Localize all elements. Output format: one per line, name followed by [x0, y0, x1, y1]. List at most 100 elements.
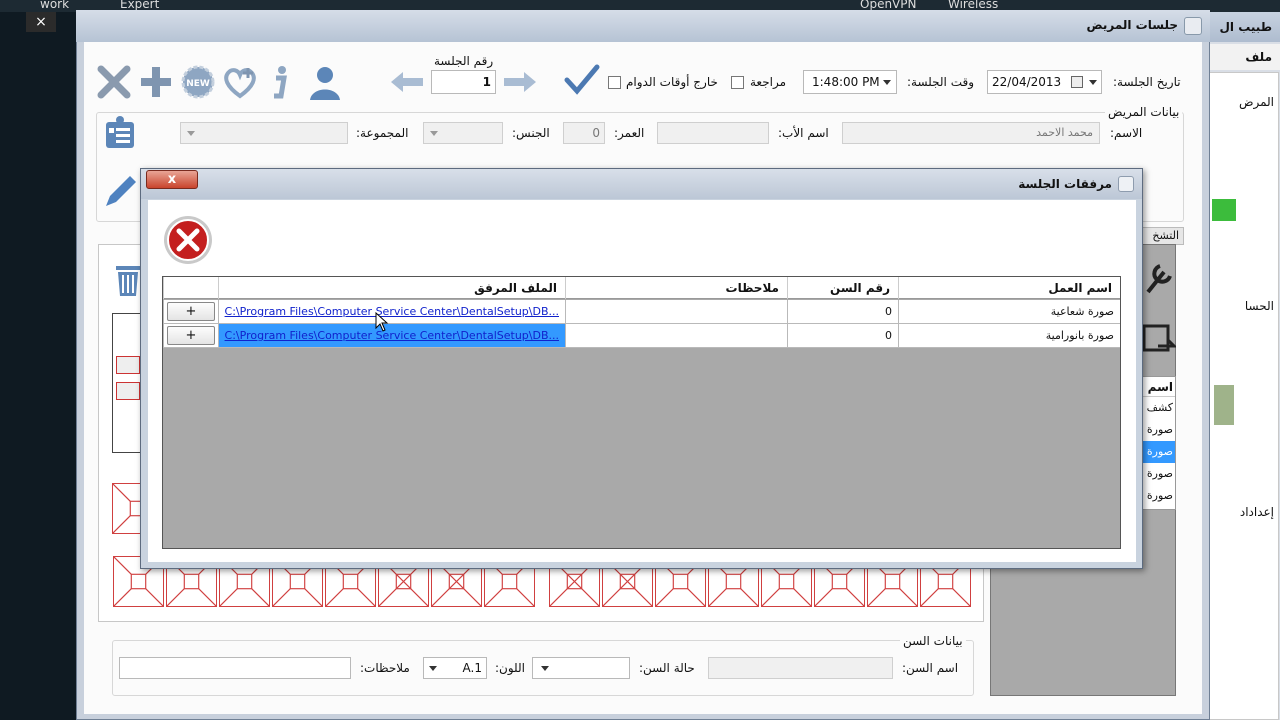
main-app-title: طبيب ال — [1219, 20, 1272, 34]
mouse-cursor-icon — [375, 311, 389, 335]
column-header-blank — [163, 277, 218, 299]
list-item-selected[interactable]: صورة — [1141, 441, 1175, 463]
add-heart-icon[interactable] — [222, 64, 258, 100]
age-label: العمر: — [614, 126, 645, 140]
table-row-selected[interactable]: + C:\Program Files\Computer Service Cent… — [163, 324, 1120, 348]
sessions-titlebar: جلسات المريض — [76, 10, 1210, 42]
gender-select[interactable] — [423, 122, 503, 144]
review-checkbox[interactable] — [731, 76, 744, 89]
patient-name-field[interactable]: محمد الاحمد — [842, 122, 1100, 144]
tooth-no-cell[interactable]: 0 — [787, 300, 898, 323]
browse-button[interactable] — [116, 356, 140, 374]
attachments-dialog-titlebar: مرفقات الجلسة — [141, 169, 1142, 199]
main-app-titlebar: طبيب ال — [1205, 12, 1280, 42]
session-date-value: 22/04/2013 — [992, 75, 1062, 89]
chevron-down-icon[interactable] — [187, 131, 195, 136]
color-label: اللون: — [495, 661, 526, 675]
review-label: مراجعة — [750, 75, 787, 89]
attachments-dialog-title: مرفقات الجلسة — [1018, 177, 1112, 191]
notes-cell[interactable] — [565, 324, 787, 347]
tooth-name-label: اسم السن: — [902, 661, 959, 675]
session-no-label: رقم الجلسة — [434, 54, 494, 68]
money-icon — [1214, 385, 1234, 425]
attached-file-link[interactable]: C:\Program Files\Computer Service Center… — [218, 300, 565, 323]
work-name-cell[interactable]: صورة بانورامية — [898, 324, 1120, 347]
outside-hours-checkbox[interactable] — [608, 76, 621, 89]
list-item[interactable]: صورة — [1141, 419, 1175, 441]
tooth-data-group-title: بيانات السن — [900, 634, 966, 648]
tooth-state-label: حالة السن: — [639, 661, 695, 675]
chevron-down-icon[interactable] — [429, 666, 437, 671]
column-header-notes[interactable]: ملاحظات — [565, 277, 787, 299]
attach-file-button[interactable]: + — [167, 326, 215, 345]
new-badge-icon[interactable]: NEW — [180, 64, 216, 100]
gender-label: الجنس: — [512, 126, 550, 140]
group-select[interactable] — [180, 122, 348, 144]
attachments-grid-header: الملف المرفق ملاحظات رقم السن اسم العمل — [163, 277, 1120, 299]
row-button-cell: + — [163, 300, 218, 323]
list-item[interactable]: صورة — [1141, 463, 1175, 485]
session-date-picker[interactable]: 22/04/2013 — [987, 70, 1102, 94]
tooth-name-field[interactable] — [708, 657, 893, 679]
color-select[interactable]: A.1 — [423, 657, 487, 679]
attached-file-link[interactable]: C:\Program Files\Computer Service Center… — [218, 324, 565, 347]
side-label: إعداداد — [1239, 505, 1274, 519]
side-label: المرض — [1238, 95, 1274, 109]
add-plus-icon[interactable] — [138, 64, 174, 100]
session-date-label: تاريخ الجلسة: — [1113, 75, 1181, 89]
tooth-no-cell[interactable]: 0 — [787, 324, 898, 347]
side-label: الحسا — [1244, 299, 1274, 313]
edit-pencil-icon[interactable] — [100, 172, 140, 212]
list-item[interactable]: كشف — [1141, 397, 1175, 419]
info-icon[interactable] — [268, 64, 292, 100]
patient-card-icon[interactable] — [102, 114, 138, 150]
desktop-close-button[interactable]: × — [26, 12, 56, 32]
session-time-picker[interactable]: 1:48:00 PM — [803, 70, 897, 94]
sessions-title: جلسات المريض — [1086, 18, 1178, 32]
row-button-cell: + — [163, 324, 218, 347]
browse-button[interactable] — [116, 382, 140, 400]
dialog-close-button[interactable]: x — [146, 170, 198, 189]
calendar-icon[interactable] — [1071, 76, 1083, 88]
wrench-icon[interactable] — [1140, 258, 1176, 298]
session-number-field[interactable]: 1 — [431, 70, 496, 94]
chevron-down-icon[interactable] — [883, 80, 891, 85]
user-icon[interactable] — [304, 62, 344, 102]
menu-file[interactable]: ملف — [1245, 50, 1272, 64]
father-name-field[interactable] — [657, 122, 769, 144]
list-item[interactable]: صورة — [1141, 485, 1175, 507]
color-value: A.1 — [462, 661, 482, 675]
work-list: اسم كشف صورة صورة صورة صورة — [1140, 376, 1176, 510]
chevron-down-icon[interactable] — [430, 131, 438, 136]
tooth-notes-field[interactable] — [119, 657, 351, 679]
attach-file-button[interactable]: + — [167, 302, 215, 321]
close-x-icon[interactable] — [96, 64, 132, 100]
notes-cell[interactable] — [565, 300, 787, 323]
chevron-down-icon[interactable] — [1089, 80, 1097, 85]
tooth-state-select[interactable] — [532, 657, 630, 679]
transfer-icon[interactable] — [1140, 318, 1178, 358]
age-field[interactable]: 0 — [563, 122, 605, 144]
dialog-app-icon — [1118, 176, 1134, 192]
column-header-tooth-no[interactable]: رقم السن — [787, 277, 898, 299]
prev-session-arrow-icon[interactable] — [389, 70, 425, 94]
work-name-cell[interactable]: صورة شعاعية — [898, 300, 1120, 323]
father-name-label: اسم الأب: — [778, 126, 829, 140]
main-menu-bar: ملف — [1205, 44, 1280, 70]
table-row[interactable]: + C:\Program Files\Computer Service Cent… — [163, 300, 1120, 324]
column-header-work-name[interactable]: اسم العمل — [898, 277, 1120, 299]
patient-name-label: الاسم: — [1110, 126, 1143, 140]
patient-data-group-title: بيانات المريض — [1105, 105, 1183, 119]
desktop-item[interactable]: work — [40, 0, 69, 11]
tooth-notes-label: ملاحظات: — [360, 661, 410, 675]
green-status-indicator — [1212, 199, 1236, 221]
chevron-down-icon[interactable] — [541, 666, 549, 671]
group-label: المجموعة: — [356, 126, 409, 140]
next-session-arrow-icon[interactable] — [502, 70, 538, 94]
session-time-label: وقت الجلسة: — [907, 75, 975, 89]
outside-hours-label: خارج أوقات الدوام — [626, 75, 718, 89]
delete-attachment-icon[interactable] — [162, 214, 214, 266]
column-header-attached-file[interactable]: الملف المرفق — [218, 277, 565, 299]
confirm-check-icon[interactable] — [564, 64, 600, 96]
work-list-header: اسم — [1141, 377, 1175, 397]
